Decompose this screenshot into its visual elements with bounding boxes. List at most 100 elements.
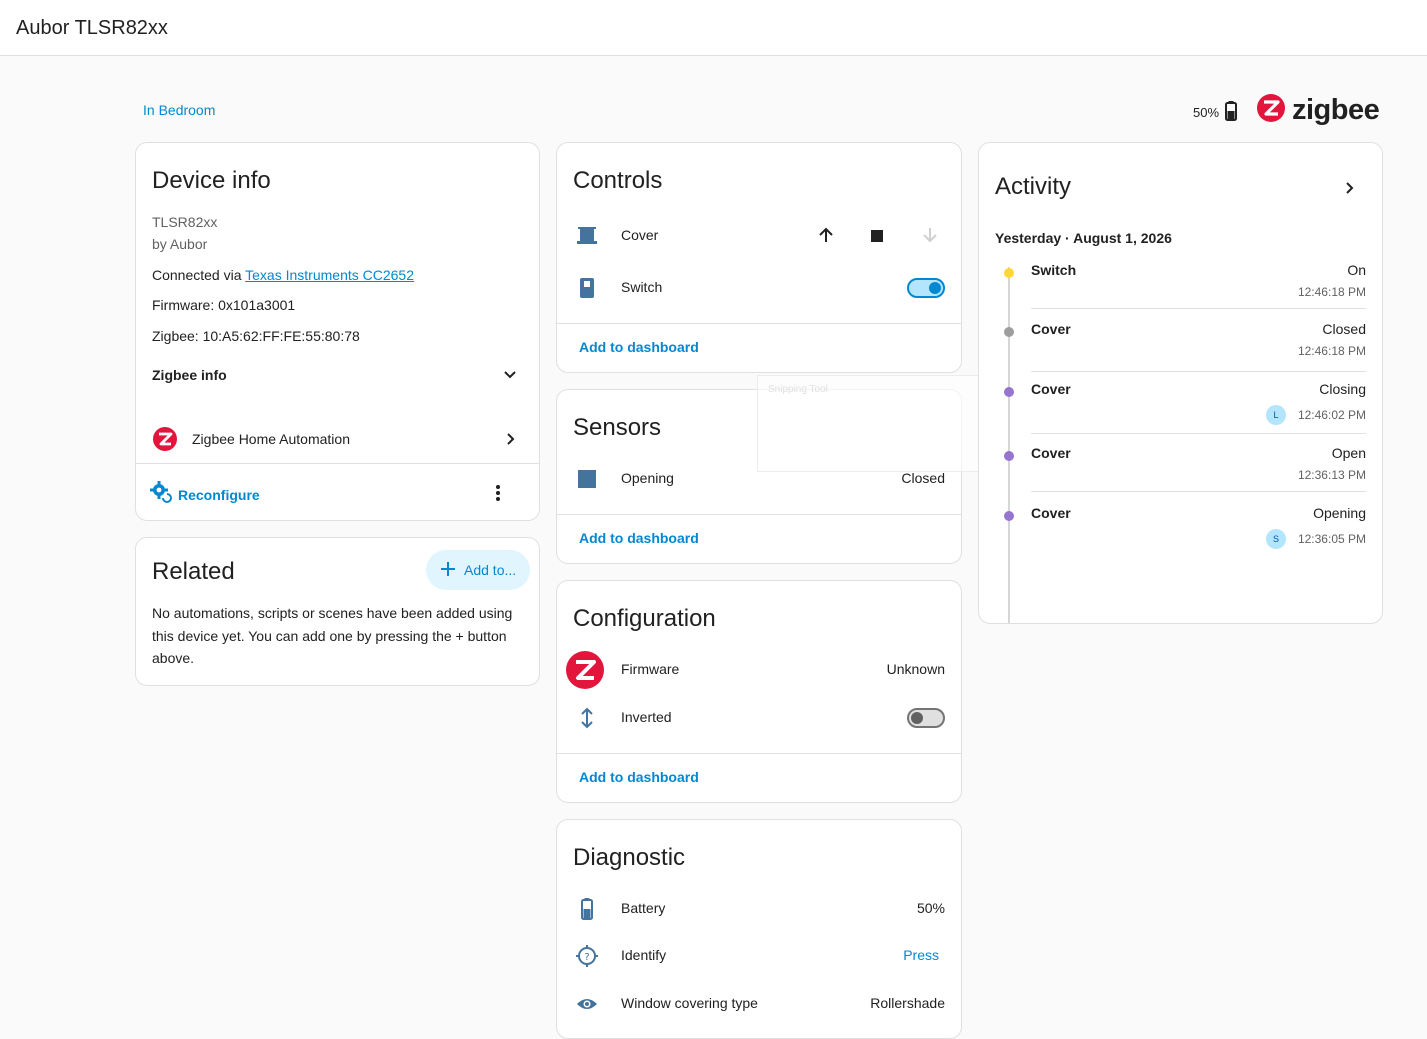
- arrow-down-icon[interactable]: [921, 226, 939, 249]
- chevron-down-icon[interactable]: [502, 367, 518, 388]
- divider: [557, 753, 961, 754]
- entry-state: On: [1347, 262, 1366, 278]
- card-title: Device info: [152, 167, 271, 194]
- divider: [1031, 433, 1366, 434]
- entity-state: Closed: [901, 470, 945, 486]
- battery-status: 50%: [1193, 101, 1238, 124]
- user-avatar: L: [1266, 405, 1286, 425]
- entry-name: Cover: [1031, 321, 1071, 337]
- card-title: Diagnostic: [573, 844, 686, 871]
- divider: [136, 463, 539, 464]
- activity-entry[interactable]: Cover Closed 12:46:18 PM: [979, 321, 1382, 381]
- blind-icon: [575, 224, 599, 248]
- card-title: Related: [152, 558, 235, 585]
- chevron-right-icon[interactable]: [1343, 180, 1357, 201]
- square-icon: [575, 467, 599, 491]
- firmware-info: Firmware: 0x101a3001: [152, 297, 296, 313]
- zigbee-info-expander[interactable]: Zigbee info: [152, 367, 523, 383]
- area-link[interactable]: In Bedroom: [143, 102, 215, 118]
- connected-via: Connected via Texas Instruments CC2652: [152, 267, 414, 283]
- entry-state: Closed: [1322, 321, 1366, 337]
- activity-entry[interactable]: Cover Closing L 12:46:02 PM: [979, 381, 1382, 441]
- inverted-toggle[interactable]: [907, 708, 945, 728]
- entry-time: 12:46:02 PM: [1297, 408, 1366, 422]
- entry-state: Closing: [1319, 381, 1366, 397]
- zigbee-wordmark: zigbee: [1292, 94, 1380, 126]
- activity-entry[interactable]: Switch On 12:46:18 PM: [979, 262, 1382, 322]
- entity-state: 50%: [916, 900, 945, 916]
- eye-icon: [575, 992, 599, 1016]
- zigbee-icon: [1256, 93, 1286, 128]
- chevron-right-icon: [504, 431, 518, 452]
- press-button[interactable]: Press: [903, 947, 939, 963]
- entity-name: Firmware: [621, 661, 680, 677]
- device-model: TLSR82xx: [152, 214, 218, 230]
- plus-icon: [440, 561, 456, 580]
- battery-icon: [1225, 101, 1238, 124]
- entry-state: Open: [1331, 445, 1366, 461]
- timeline-dot: [1004, 451, 1014, 461]
- entry-state: Opening: [1313, 505, 1366, 521]
- switch-toggle[interactable]: [907, 278, 945, 298]
- entry-name: Cover: [1031, 505, 1071, 521]
- reconfigure-label: Reconfigure: [178, 486, 260, 503]
- battery-icon: [575, 897, 599, 921]
- add-to-dashboard-button[interactable]: Add to dashboard: [579, 769, 699, 785]
- overlay-text: Snipping Tool: [768, 384, 828, 395]
- timeline-dot: [1004, 268, 1014, 278]
- top-app-bar: Aubor TLSR82xx: [0, 0, 1427, 56]
- add-to-dashboard-button[interactable]: Add to dashboard: [579, 339, 699, 355]
- card-title: Controls: [573, 167, 663, 194]
- add-to-dashboard-button[interactable]: Add to dashboard: [579, 530, 699, 546]
- card-title: Configuration: [573, 605, 716, 632]
- activity-entry[interactable]: Cover Opening S 12:36:05 PM: [979, 505, 1382, 565]
- entity-row-identify[interactable]: ? Identify Press: [557, 936, 961, 976]
- reconfigure-button[interactable]: Reconfigure: [150, 481, 260, 508]
- integration-name: Zigbee Home Automation: [192, 431, 350, 447]
- integration-row[interactable]: Zigbee Home Automation: [136, 423, 539, 455]
- activity-card: Activity Yesterday · August 1, 2026 Swit…: [978, 142, 1383, 624]
- entry-time: 12:36:13 PM: [1297, 468, 1366, 482]
- entity-row-window-covering-type[interactable]: Window covering type Rollershade: [557, 984, 961, 1024]
- zigbee-icon: [565, 650, 605, 695]
- activity-entry[interactable]: Cover Open 12:36:13 PM: [979, 445, 1382, 505]
- entity-name: Identify: [621, 947, 667, 963]
- device-manufacturer: by Aubor: [152, 236, 208, 252]
- arrow-up-icon[interactable]: [817, 226, 835, 249]
- configuration-card: Configuration Firmware Unknown Inverted …: [556, 580, 962, 803]
- toggle-knob: [929, 282, 941, 294]
- battery-percent: 50%: [1193, 105, 1220, 120]
- entity-row-cover[interactable]: Cover: [557, 216, 961, 256]
- entry-time: 12:46:18 PM: [1297, 285, 1366, 299]
- card-title: Sensors: [573, 414, 662, 441]
- activity-date: Yesterday · August 1, 2026: [995, 230, 1172, 246]
- related-card: Related Add to... No automations, script…: [135, 537, 540, 686]
- arrow-up-down-icon: [575, 706, 599, 730]
- device-info-card: Device info TLSR82xx by Aubor Connected …: [135, 142, 540, 521]
- entity-row-battery[interactable]: Battery 50%: [557, 889, 961, 929]
- stop-icon[interactable]: [871, 229, 883, 247]
- coordinator-link[interactable]: Texas Instruments CC2652: [245, 267, 414, 283]
- entity-name: Cover: [621, 227, 659, 243]
- entity-row-firmware[interactable]: Firmware Unknown: [557, 650, 961, 690]
- diagnostic-card: Diagnostic Battery 50% ? Identify Press …: [556, 819, 962, 1039]
- zigbee-info-label: Zigbee info: [152, 367, 227, 383]
- zigbee-icon: [152, 426, 178, 457]
- more-vertical-icon[interactable]: [494, 483, 502, 508]
- entity-row-inverted[interactable]: Inverted: [557, 698, 961, 738]
- related-empty-text: No automations, scripts or scenes have b…: [152, 605, 513, 666]
- svg-text:?: ?: [584, 952, 589, 963]
- timeline-dot: [1004, 327, 1014, 337]
- add-to-button[interactable]: Add to...: [426, 550, 530, 590]
- entry-name: Cover: [1031, 445, 1071, 461]
- divider: [557, 514, 961, 515]
- card-title: Activity: [995, 173, 1072, 200]
- page-title: Aubor TLSR82xx: [16, 17, 168, 39]
- zigbee-logo: zigbee: [1256, 93, 1380, 128]
- entity-name: Battery: [621, 900, 666, 916]
- zigbee-address: Zigbee: 10:A5:62:FF:FE:55:80:78: [152, 328, 360, 344]
- entity-row-switch[interactable]: Switch: [557, 268, 961, 308]
- entity-name: Switch: [621, 279, 663, 295]
- entry-name: Switch: [1031, 262, 1077, 278]
- entity-name: Window covering type: [621, 995, 758, 1011]
